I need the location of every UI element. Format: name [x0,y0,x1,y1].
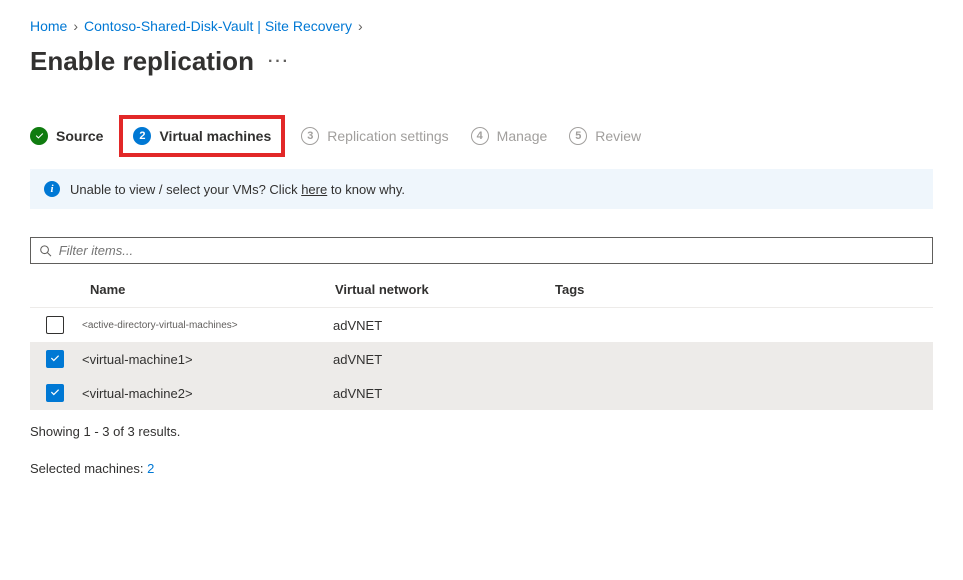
step-manage[interactable]: 4 Manage [471,127,548,145]
step-number-icon: 5 [569,127,587,145]
step-label: Source [56,128,103,144]
step-label: Replication settings [327,128,448,144]
selected-count: Selected machines: 2 [30,461,933,476]
checkbox[interactable] [46,384,64,402]
page-title: Enable replication ··· [30,46,933,77]
step-number-icon: 3 [301,127,319,145]
vm-table: Name Virtual network Tags <active-direct… [30,272,933,410]
col-name: Name [90,282,335,297]
chevron-right-icon: › [358,18,363,34]
checkbox[interactable] [46,316,64,334]
filter-box[interactable] [30,237,933,264]
step-virtual-machines[interactable]: 2 Virtual machines [119,115,285,157]
step-replication-settings[interactable]: 3 Replication settings [301,127,448,145]
breadcrumb-home[interactable]: Home [30,18,67,34]
results-count: Showing 1 - 3 of 3 results. [30,424,933,439]
info-text-before: Unable to view / select your VMs? Click [70,182,301,197]
step-source[interactable]: Source [30,127,103,145]
wizard-steps: Source 2 Virtual machines 3 Replication … [30,127,933,145]
breadcrumb-vault[interactable]: Contoso-Shared-Disk-Vault | Site Recover… [84,18,352,34]
vm-name: <active-directory-virtual-machines> [76,320,321,331]
page-title-text: Enable replication [30,46,254,77]
step-label: Review [595,128,641,144]
info-icon: i [44,181,60,197]
step-number-icon: 4 [471,127,489,145]
col-network: Virtual network [335,282,555,297]
breadcrumb: Home › Contoso-Shared-Disk-Vault | Site … [30,18,933,34]
info-banner: i Unable to view / select your VMs? Clic… [30,169,933,209]
vm-network: adVNET [333,352,553,367]
vm-network: adVNET [333,386,553,401]
info-text-after: to know why. [327,182,405,197]
step-label: Virtual machines [159,128,271,144]
search-icon [39,244,53,258]
step-review[interactable]: 5 Review [569,127,641,145]
filter-input[interactable] [59,243,924,258]
more-actions-button[interactable]: ··· [268,53,290,71]
check-icon [30,127,48,145]
col-tags: Tags [555,282,925,297]
vm-name: <virtual-machine1> [76,352,321,367]
step-label: Manage [497,128,548,144]
chevron-right-icon: › [73,18,78,34]
table-row[interactable]: <virtual-machine2> adVNET [30,376,933,410]
table-row[interactable]: <virtual-machine1> adVNET [30,342,933,376]
table-row[interactable]: <active-directory-virtual-machines> adVN… [30,308,933,342]
vm-network: adVNET [333,318,553,333]
info-link[interactable]: here [301,182,327,197]
checkbox[interactable] [46,350,64,368]
info-text: Unable to view / select your VMs? Click … [70,182,405,197]
vm-name: <virtual-machine2> [76,386,321,401]
step-number-icon: 2 [133,127,151,145]
selected-label: Selected machines: [30,461,147,476]
table-header: Name Virtual network Tags [30,272,933,308]
selected-number: 2 [147,461,154,476]
